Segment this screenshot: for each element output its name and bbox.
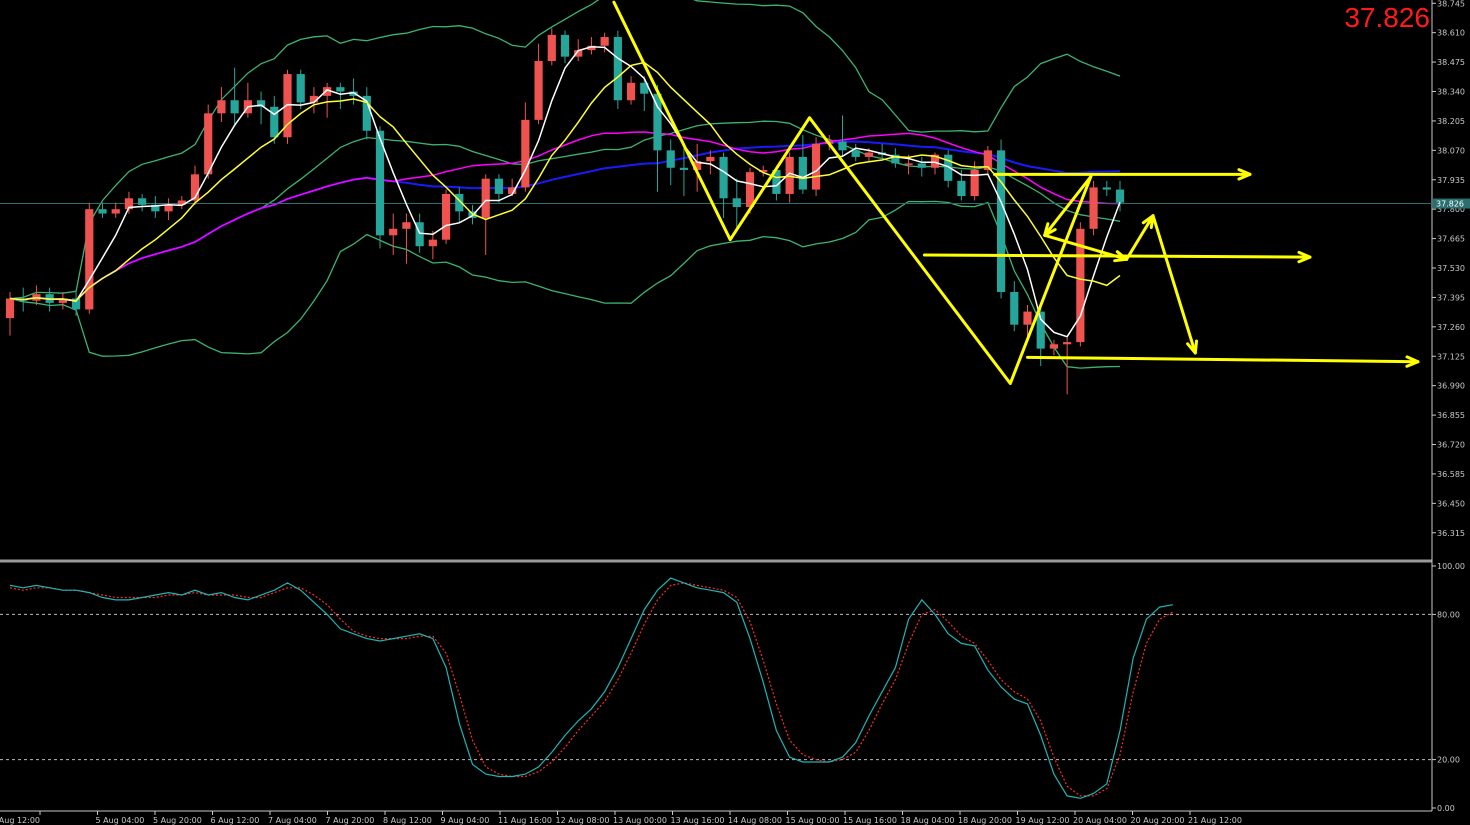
candle-body (138, 198, 147, 205)
price-tick-label: 38.205 (1437, 117, 1465, 126)
price-tick-label: 36.315 (1437, 529, 1465, 538)
candle-body (230, 100, 239, 114)
price-tick-label: 38.610 (1437, 29, 1465, 38)
price-tick-label: 37.935 (1437, 176, 1465, 185)
candle-body (428, 239, 437, 247)
price-tick-label: 38.475 (1437, 58, 1465, 67)
time-tick-label: 15 Aug 00:00 (786, 816, 840, 825)
time-tick-label: 19 Aug 12:00 (1016, 816, 1070, 825)
candle-body (679, 167, 689, 170)
stoch-tick-label: 0.00 (1437, 804, 1455, 813)
candle-body (970, 169, 979, 197)
price-tick-label: 36.855 (1437, 411, 1465, 420)
candle-body (534, 61, 543, 120)
candle-body (732, 198, 741, 208)
candle-body (864, 152, 874, 157)
candle-body (270, 106, 279, 138)
time-tick-label: 11 Aug 16:00 (498, 816, 552, 825)
time-tick-label: 7 Aug 04:00 (268, 816, 317, 825)
candle-body (1102, 187, 1111, 190)
candle-body (851, 150, 860, 157)
candle-body (336, 87, 345, 92)
stoch-tick-label: 100.00 (1437, 562, 1465, 571)
candle-body (626, 82, 636, 101)
time-tick-label: 21 Aug 12:00 (1188, 816, 1242, 825)
candle-body (838, 141, 847, 151)
candle-body (798, 156, 807, 190)
candle-body (164, 204, 173, 212)
current-price-label: 37.826 (1344, 2, 1430, 33)
time-tick-label: 9 Aug 04:00 (441, 816, 490, 825)
candle-body (494, 178, 504, 194)
candle-body (706, 156, 715, 162)
time-tick-label: 18 Aug 04:00 (901, 816, 955, 825)
time-tick-label: 15 Aug 16:00 (843, 816, 897, 825)
time-tick-label: 5 Aug 04:00 (96, 816, 145, 825)
price-tick-label: 36.990 (1437, 382, 1465, 391)
candle-body (1010, 291, 1019, 325)
candle-body (389, 228, 398, 236)
candle-body (560, 34, 570, 57)
candle-body (1049, 344, 1059, 349)
candle-body (957, 180, 966, 197)
chart-background (0, 0, 1470, 825)
candle-body (547, 34, 556, 62)
candle-body (402, 222, 411, 229)
price-tick-label: 37.260 (1437, 323, 1465, 332)
candle-body (1115, 189, 1125, 203)
candle-body (481, 178, 490, 218)
stoch-tick-label: 20.00 (1437, 756, 1460, 765)
candle-body (904, 163, 913, 165)
candle-body (217, 100, 226, 114)
candle-body (85, 209, 94, 310)
candle-body (811, 143, 821, 190)
candle-body (296, 74, 305, 103)
time-tick-label: 12 Aug 08:00 (556, 816, 610, 825)
time-tick-label: 6 Aug 12:00 (211, 816, 260, 825)
time-tick-label: 13 Aug 16:00 (671, 816, 725, 825)
candle-body (1063, 342, 1072, 345)
price-tick-label: 38.070 (1437, 146, 1465, 155)
time-tick-label: 5 Aug 20:00 (153, 816, 202, 825)
price-tick-label: 37.125 (1437, 352, 1465, 361)
price-tick-label: 36.450 (1437, 499, 1465, 508)
candle-body (613, 37, 622, 101)
price-tick-label: 38.340 (1437, 88, 1465, 97)
candle-body (111, 209, 120, 214)
price-tick-label: 36.720 (1437, 441, 1465, 450)
candle-body (917, 163, 926, 168)
time-tick-label: 7 Aug 20:00 (326, 816, 375, 825)
time-tick-label: 14 Aug 08:00 (728, 816, 782, 825)
time-tick-label: 20 Aug 04:00 (1073, 816, 1127, 825)
time-tick-label: 8 Aug 12:00 (383, 816, 432, 825)
candle-body (996, 150, 1006, 292)
candle-body (441, 193, 451, 240)
price-tick-label: 38.745 (1437, 0, 1465, 8)
candle-body (204, 113, 213, 175)
trading-chart[interactable]: 38.745 38.610 38.475 38.340 38.205 38.070 37.9… (0, 0, 1470, 825)
time-tick-label: 20 Aug 20:00 (1131, 816, 1185, 825)
candle-body (666, 150, 675, 168)
time-tick-label: 4 Aug 12:00 (0, 816, 40, 825)
stoch-tick-label: 80.00 (1437, 610, 1460, 619)
candle-body (1089, 187, 1098, 229)
time-tick-label: 18 Aug 20:00 (958, 816, 1012, 825)
candle-body (1023, 311, 1032, 325)
candle-body (98, 209, 107, 214)
candle-body (745, 172, 755, 208)
time-tick-label: 13 Aug 00:00 (613, 816, 667, 825)
candle-body (600, 37, 609, 46)
current-price-axis-label: 37.826 (1436, 200, 1464, 209)
candle-body (5, 298, 15, 319)
price-tick-label: 37.665 (1437, 235, 1465, 244)
candle-body (719, 156, 728, 199)
price-tick-label: 37.530 (1437, 264, 1465, 273)
price-tick-label: 36.585 (1437, 470, 1465, 479)
candle-body (521, 119, 530, 188)
price-tick-label: 37.395 (1437, 293, 1465, 302)
